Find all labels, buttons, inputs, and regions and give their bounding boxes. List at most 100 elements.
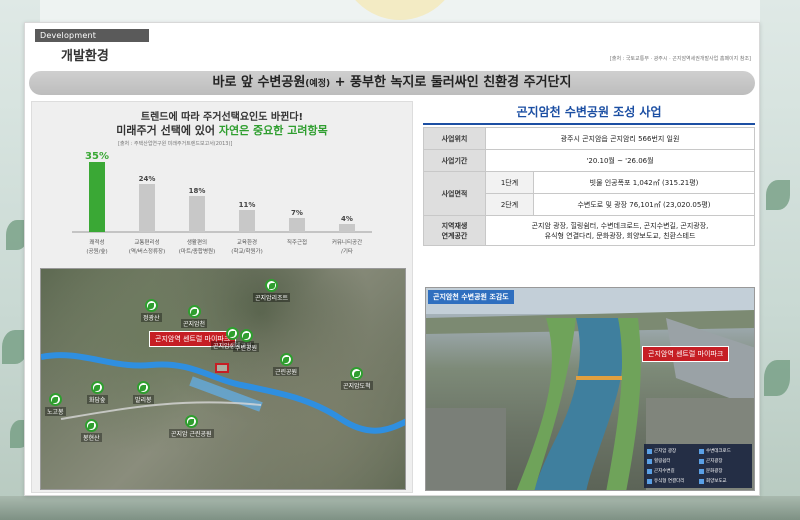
trend-subheadline-text: 미래주거 선택에 있어 — [116, 124, 219, 137]
table-cell: 빗물 인공폭포 1,042㎡ (315.21평) — [533, 171, 755, 194]
legend-item: 수변데크로드 — [699, 447, 749, 455]
poi-label: 발리봉 — [133, 395, 154, 404]
chart-value-label: 18% — [189, 187, 206, 195]
table-cell: 곤지암 광장, 힐링쉼터, 수변데크로드, 곤지수변길, 곤지광장, 유식형 연… — [485, 215, 755, 246]
table-row: 지역재생 연계공간 곤지암 광장, 힐링쉼터, 수변데크로드, 곤지수변길, 곤… — [423, 215, 755, 246]
poi-marker: 정광산 — [141, 299, 162, 322]
chart-category-label: (공원/숲) — [86, 247, 107, 255]
chart-value-label: 7% — [291, 209, 303, 217]
table-sub-cell: 2단계 — [485, 193, 534, 216]
table-sub-cell: 1단계 — [485, 171, 534, 194]
park-icon — [187, 305, 201, 318]
poi-marker: 노고봉 — [45, 393, 66, 416]
poi-marker: 곤지암도척 — [341, 367, 373, 390]
aerial-rendering: 곤지암천 수변공원 조감도 곤지암역 센트럴 마이파크 곤지암 광장 수변데크로… — [425, 287, 755, 491]
chart-value-label: 11% — [239, 201, 256, 209]
poi-label: 수변공원 — [233, 343, 260, 352]
bridge — [576, 376, 622, 380]
chart-value-label: 35% — [85, 151, 109, 162]
chart-source: [출처 : 주택산업연구원 미래주거트렌드보고서(2013)] — [118, 141, 233, 147]
facility-line: 곤지암 광장, 힐링쉼터, 수변데크로드, 곤지수변길, 곤지광장, — [531, 221, 709, 230]
chart-bar — [339, 224, 355, 232]
chart-category-label: 교통편리성 — [134, 238, 159, 246]
chart-bar — [139, 184, 155, 232]
residence-factor-bar-chart: 35% 쾌적성(공원/숲) 24% 교통편리성(역/버스정류장) 18% 생활편의(마트/… — [72, 151, 372, 255]
headline-banner: 바로 앞 수변공원(예정) + 풍부한 녹지로 둘러싸인 친환경 주거단지 — [29, 71, 755, 95]
poi-label: 곤지암리조트 — [253, 293, 291, 302]
chart-category-label: 교육환경 — [237, 238, 257, 246]
section-tag: Development Environment — [35, 29, 149, 53]
trend-highlight: 자연은 중요한 고려항목 — [218, 124, 328, 137]
poi-label: 근린공원 — [273, 367, 300, 376]
banner-main-a: 바로 앞 수변공원 — [212, 75, 306, 90]
left-column: 트렌드에 따라 주거선택요인도 바뀐다! 미래주거 선택에 있어 자연은 중요한… — [31, 101, 413, 493]
chart-category-label: (학교/학원가) — [231, 247, 262, 255]
park-icon — [265, 279, 279, 292]
poi-marker: 봉현산 — [81, 419, 102, 442]
trend-headline: 트렌드에 따라 주거선택요인도 바뀐다! — [140, 112, 304, 123]
chart-category-label: (마트/종합병원) — [179, 247, 216, 255]
park-icon — [136, 381, 150, 394]
poi-marker: 곤지암 근린공원 — [169, 415, 214, 438]
poi-label: 곤지암 근린공원 — [169, 429, 214, 438]
park-icon — [48, 393, 62, 406]
legend-item: 유식형 연결다리 — [647, 477, 697, 485]
table-cell: '20.10월 ~ '26.06월 — [485, 149, 755, 172]
poi-label: 봉현산 — [81, 433, 102, 442]
park-icon — [184, 415, 198, 428]
background-arc — [340, 0, 460, 20]
chart-value-label: 24% — [139, 175, 156, 183]
poi-marker: 발리봉 — [133, 381, 154, 404]
table-head-cell: 지역재생 연계공간 — [423, 215, 486, 246]
chart-value-label: 4% — [341, 215, 353, 223]
banner-small: (예정) — [305, 79, 331, 89]
table-row: 사업면적 1단계 빗물 인공폭포 1,042㎡ (315.21평) — [423, 171, 755, 216]
legend-item: 곤지수변길 — [647, 467, 697, 475]
poi-marker: 화담숲 — [87, 381, 108, 404]
legend-item: 곤지암 광장 — [647, 447, 697, 455]
banner-main-b: + 풍부한 녹지로 둘러싸인 친환경 주거단지 — [330, 75, 572, 90]
poi-label: 곤지암천 — [181, 319, 208, 328]
legend-item: 곤지광장 — [699, 457, 749, 465]
poi-marker: 곤지암천 — [181, 305, 208, 328]
rendering-legend: 곤지암 광장 수변데크로드 힐링쉼터 곤지광장 곤지수변길 문화광장 유식형 연… — [644, 444, 752, 488]
project-info-table: 사업위치 광주시 곤지암읍 곤지암리 566번지 일원 사업기간 '20.10월… — [423, 127, 755, 246]
poi-label: 정광산 — [141, 313, 162, 322]
chart-bar — [89, 162, 105, 232]
location-map: 곤지암역 센트럴 마이파크 정광산 곤지암천 곤지암리조트 곤지암생태공원 수변… — [40, 268, 406, 490]
park-icon — [144, 299, 158, 312]
rendering-label: 곤지암천 수변공원 조감도 — [428, 290, 514, 304]
poi-label: 노고봉 — [45, 407, 66, 416]
site-location-box — [215, 363, 229, 373]
table-cell: 광주시 곤지암읍 곤지암리 566번지 일원 — [485, 127, 755, 150]
poi-marker: 근린공원 — [273, 353, 300, 376]
facility-line: 유식형 연결다리, 문화광장, 회양보도교, 친환스테드 — [544, 231, 696, 240]
background-right-foliage — [760, 0, 800, 520]
park-icon — [90, 381, 104, 394]
chart-category-label: (역/버스정류장) — [129, 247, 166, 255]
site-marker-label: 곤지암역 센트럴 마이파크 — [642, 346, 730, 362]
trend-subheadline: 미래주거 선택에 있어 자연은 중요한 고려항목 — [32, 122, 412, 138]
poi-marker: 수변공원 — [233, 329, 260, 352]
legend-item: 힐링쉼터 — [647, 457, 697, 465]
legend-item: 회양보도교 — [699, 477, 749, 485]
chart-category-label: 생활편의 — [187, 238, 207, 246]
buildings-left — [426, 408, 506, 490]
road-path — [60, 401, 262, 420]
chart-category-label: 커뮤니티공간 — [332, 238, 362, 246]
poi-label: 곤지암도척 — [341, 381, 373, 390]
facility-head-line: 지역재생 — [441, 221, 468, 230]
table-row: 사업기간 '20.10월 ~ '26.06월 — [423, 149, 755, 172]
poi-label: 화담숲 — [87, 395, 108, 404]
park-icon — [239, 329, 253, 342]
chart-category-label: /기타 — [341, 247, 353, 255]
park-icon — [84, 419, 98, 432]
project-title: 곤지암천 수변공원 조성 사업 — [423, 103, 755, 125]
park-icon — [279, 353, 293, 366]
legend-item: 문화광장 — [699, 467, 749, 475]
table-cell: 수변도로 및 광장 76,101㎡ (23,020.05평) — [533, 193, 755, 216]
table-row: 사업위치 광주시 곤지암읍 곤지암리 566번지 일원 — [423, 127, 755, 150]
park-icon — [350, 367, 364, 380]
poi-marker: 곤지암리조트 — [253, 279, 291, 302]
background-bottom-strip — [0, 496, 800, 520]
